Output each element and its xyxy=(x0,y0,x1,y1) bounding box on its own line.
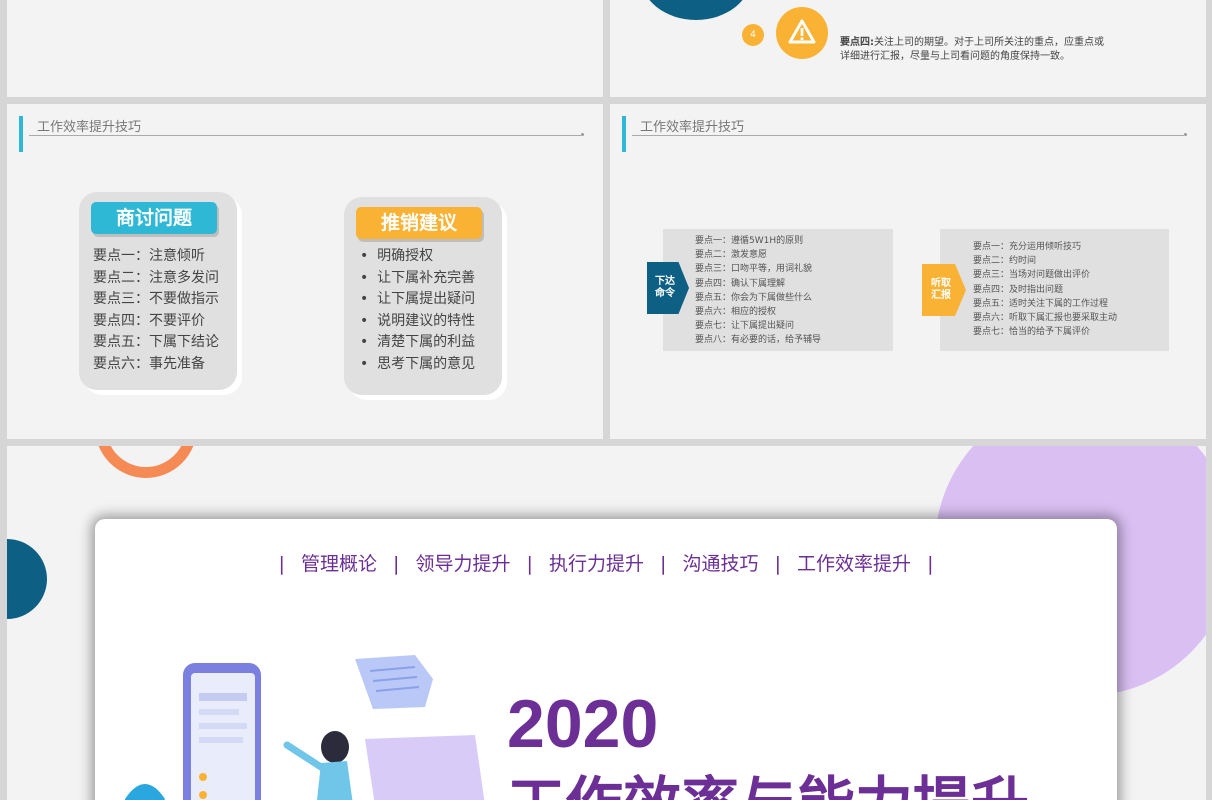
nav-separator: | xyxy=(660,553,667,575)
point-label: 要点四: xyxy=(840,37,874,48)
list-item: 要点七：让下属提出疑问 xyxy=(695,321,795,332)
hear-report-box: 要点一：充分运用倾听技巧 要点二：约时间 要点三：当场对问题做出评价 要点四：及… xyxy=(940,229,1169,351)
header-divider xyxy=(29,133,584,136)
header-accent-bar xyxy=(19,116,23,152)
list-item: 要点八：有必要的话，给予辅导 xyxy=(695,335,822,346)
list-item: • 明确授权 xyxy=(360,248,434,264)
list-item: 要点一：注意倾听 xyxy=(93,248,205,264)
section-nav: | 管理概论 | 领导力提升 | 执行力提升 | 沟通技巧 | 工作效率提升 | xyxy=(95,549,1117,576)
nav-item-management-overview[interactable]: 管理概论 xyxy=(301,553,377,575)
list-item: 要点三：不要做指示 xyxy=(93,291,219,307)
header-accent-bar xyxy=(622,116,626,152)
list-item: 要点三：口吻平等，用词礼貌 xyxy=(695,264,813,275)
list-item: 要点二：激发意愿 xyxy=(695,250,768,261)
nav-separator: | xyxy=(526,553,533,575)
list-item: 要点五：下属下结论 xyxy=(93,334,219,350)
list-item: 要点五：适时关注下属的工作过程 xyxy=(973,298,1109,309)
slide-thumbnail-mid-left[interactable]: 工作效率提升技巧 商讨问题 要点一：注意倾听 要点二：注意多发问 要点三：不要做… xyxy=(7,104,603,439)
point-text-line2: 详细进行汇报，尽量与上司看问题的角度保持一致。 xyxy=(840,51,1070,62)
main-title: 工作效率与能力提升 xyxy=(507,769,1029,800)
phone-illustration xyxy=(115,649,495,800)
list-item: 要点二：注意多发问 xyxy=(93,269,219,286)
slide-thumbnail-top-right[interactable]: 4 要点四:关注上司的期望。对于上司所关注的重点，应重点或 详细进行汇报，尽量与… xyxy=(610,0,1206,97)
list-item: • 让下属提出疑问 xyxy=(360,291,476,307)
discussion-card-title: 商讨问题 xyxy=(91,202,217,234)
list-item: • 说明建议的特性 xyxy=(360,312,476,329)
discussion-points-list: 要点一：注意倾听 要点二：注意多发问 要点三：不要做指示 要点四：不要评价 要点… xyxy=(93,246,219,375)
navy-half-circle-decoration xyxy=(7,539,47,619)
list-item: 要点六：相应的授权 xyxy=(695,307,777,318)
nav-item-communication[interactable]: 沟通技巧 xyxy=(683,553,759,575)
title-card: | 管理概论 | 领导力提升 | 执行力提升 | 沟通技巧 | 工作效率提升 | xyxy=(95,519,1117,800)
point-four-text: 要点四:关注上司的期望。对于上司所关注的重点，应重点或 详细进行汇报，尽量与上司… xyxy=(840,36,1104,64)
nav-separator: | xyxy=(927,553,934,575)
list-item: 要点六：事先准备 xyxy=(93,355,205,372)
issue-command-box: 要点一：遵循5W1H的原则 要点二：激发意愿 要点三：口吻平等，用词礼貌 要点四… xyxy=(663,229,893,351)
issue-command-label: 下达 命令 xyxy=(655,276,675,299)
recommendation-card: 推销建议 • 明确授权 • 让下属补充完善 • 让下属提出疑问 • 说明建议的特… xyxy=(344,197,502,395)
list-item: 要点五：你会为下属做些什么 xyxy=(695,292,813,303)
navy-circle-decoration xyxy=(640,0,752,20)
list-item: 要点四：不要评价 xyxy=(93,312,205,329)
list-item: 要点三：当场对问题做出评价 xyxy=(973,270,1091,281)
recommendation-card-title: 推销建议 xyxy=(356,207,482,239)
list-item: 要点二：约时间 xyxy=(973,256,1037,267)
list-item: 要点一：遵循5W1H的原则 xyxy=(695,236,804,246)
orange-ring-decoration xyxy=(95,446,197,478)
nav-item-work-efficiency[interactable]: 工作效率提升 xyxy=(797,553,911,575)
hear-report-label: 听取 汇报 xyxy=(931,278,951,301)
list-item: • 让下属补充完善 xyxy=(360,269,476,286)
list-item: • 清楚下属的利益 xyxy=(360,334,476,350)
point-text-line1: 关注上司的期望。对于上司所关注的重点，应重点或 xyxy=(874,37,1104,48)
list-item: 要点七：恰当的给予下属评价 xyxy=(973,327,1091,338)
slide-header-title: 工作效率提升技巧 xyxy=(640,120,745,135)
list-item: 要点一：充分运用倾听技巧 xyxy=(973,242,1082,252)
nav-item-leadership[interactable]: 领导力提升 xyxy=(415,553,510,575)
recommendation-points-list: • 明确授权 • 让下属补充完善 • 让下属提出疑问 • 说明建议的特性 • 清… xyxy=(360,246,475,375)
title-year: 2020 xyxy=(507,686,659,762)
warning-icon xyxy=(776,7,828,59)
step-badge: 4 xyxy=(742,24,764,46)
discussion-card: 商讨问题 要点一：注意倾听 要点二：注意多发问 要点三：不要做指示 要点四：不要… xyxy=(79,192,237,390)
header-divider xyxy=(632,133,1187,136)
nav-separator: | xyxy=(278,553,285,575)
list-item: 要点四：确认下属理解 xyxy=(695,278,786,289)
slide-thumbnail-title[interactable]: | 管理概论 | 领导力提升 | 执行力提升 | 沟通技巧 | 工作效率提升 | xyxy=(7,446,1206,800)
nav-separator: | xyxy=(774,553,781,575)
slide-thumbnail-mid-right[interactable]: 工作效率提升技巧 要点一：遵循5W1H的原则 要点二：激发意愿 要点三：口吻平等… xyxy=(610,104,1206,439)
slide-header-title: 工作效率提升技巧 xyxy=(37,120,142,135)
slide-thumbnail-top-left[interactable] xyxy=(7,0,603,97)
list-item: 要点六：听取下属汇报也要采取主动 xyxy=(973,313,1118,324)
list-item: • 思考下属的意见 xyxy=(360,355,476,372)
list-item: 要点四：及时指出问题 xyxy=(973,284,1064,295)
nav-separator: | xyxy=(393,553,400,575)
nav-item-execution[interactable]: 执行力提升 xyxy=(549,553,644,575)
